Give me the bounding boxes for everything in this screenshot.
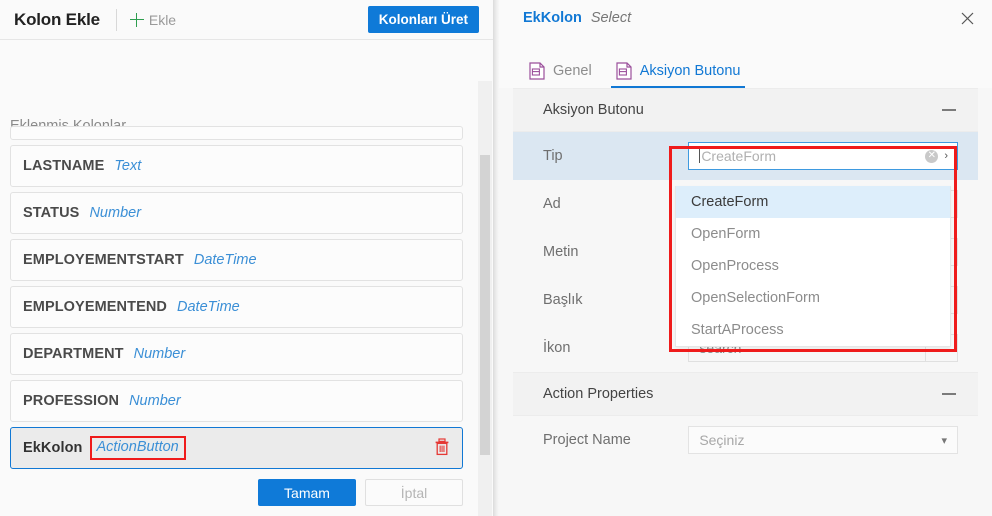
tip-combobox-text: CreateForm <box>701 148 776 164</box>
field-label: Başlık <box>543 292 688 308</box>
column-type: ActionButton <box>97 439 179 455</box>
clear-icon[interactable]: ✕ <box>925 150 938 163</box>
header-divider <box>116 9 117 31</box>
columns-list: LASTNAME Text STATUS Number EMPLOYEMENTSTART… <box>10 126 463 474</box>
column-name: STATUS <box>23 205 79 221</box>
cancel-button[interactable]: İptal <box>365 479 463 506</box>
document-glyph <box>529 62 545 80</box>
column-name: EMPLOYEMENTEND <box>23 299 167 315</box>
chevron-down-icon[interactable]: ▾ <box>941 434 947 447</box>
properties-subtitle: Select <box>591 10 631 26</box>
column-type: Number <box>134 346 186 362</box>
column-type: DateTime <box>177 299 240 315</box>
column-name: DEPARTMENT <box>23 346 124 362</box>
tab-aksiyon-butonu[interactable]: Aksiyon Butonu <box>616 62 741 88</box>
close-glyph <box>961 12 974 25</box>
properties-panel: EkKolon Select Genel Aksiyon Butonu Aksi… <box>499 0 992 516</box>
text-caret <box>699 149 700 163</box>
minus-icon[interactable] <box>942 393 956 395</box>
tip-combobox[interactable]: CreateForm ✕ › <box>688 142 958 170</box>
column-type-highlight: ActionButton <box>90 436 186 460</box>
page-title: Kolon Ekle <box>14 10 100 30</box>
column-name: EkKolon <box>23 440 83 456</box>
section-header[interactable]: Aksiyon Butonu <box>513 88 978 132</box>
document-icon <box>529 62 545 80</box>
add-column-panel: Kolon Ekle Ekle Kolonları Üret Eklenmiş … <box>0 0 493 516</box>
scrollbar-thumb[interactable] <box>480 155 490 455</box>
document-icon <box>616 62 632 80</box>
field-label: İkon <box>543 340 688 356</box>
column-name: PROFESSION <box>23 393 119 409</box>
dropdown-option[interactable]: StartAProcess <box>676 314 950 346</box>
section-header[interactable]: Action Properties <box>513 372 978 416</box>
table-row[interactable]: EMPLOYEMENTSTART DateTime <box>10 239 463 281</box>
chevron-right-icon[interactable]: › <box>944 150 948 162</box>
project-name-select-text: Seçiniz <box>699 432 744 448</box>
field-label: Project Name <box>543 432 688 448</box>
plus-icon <box>130 13 144 27</box>
column-type: Number <box>89 205 141 221</box>
generate-columns-button[interactable]: Kolonları Üret <box>368 6 479 33</box>
type-dropdown-list[interactable]: CreateFormOpenFormOpenProcessOpenSelecti… <box>675 186 951 347</box>
table-row[interactable]: EkKolon ActionButton <box>10 427 463 469</box>
left-panel-footer: Tamam İptal <box>0 479 493 506</box>
form-row: Tip CreateForm ✕ › <box>513 132 978 180</box>
trash-glyph <box>434 438 450 456</box>
properties-panel-header: EkKolon Select <box>499 0 992 36</box>
section-title: Aksiyon Butonu <box>543 102 644 118</box>
dropdown-option[interactable]: CreateForm <box>676 186 950 218</box>
column-name: EMPLOYEMENTSTART <box>23 252 184 268</box>
column-name: LASTNAME <box>23 158 104 174</box>
properties-tabs: Genel Aksiyon Butonu <box>499 36 992 88</box>
ok-button[interactable]: Tamam <box>258 479 356 506</box>
form-row: Project Name Seçiniz ▾ <box>513 416 978 464</box>
left-panel-body: Eklenmiş Kolonlar LASTNAMETextSTATUSNumb… <box>0 40 493 516</box>
document-glyph <box>616 62 632 80</box>
table-row[interactable]: LASTNAME Text <box>10 145 463 187</box>
field-label: Ad <box>543 196 688 212</box>
properties-scroll-area: Aksiyon Butonu Tip CreateForm ✕ › Ad Metin Başl… <box>499 88 992 516</box>
left-panel-scrollbar[interactable] <box>478 81 492 516</box>
table-row[interactable]: STATUS Number <box>10 192 463 234</box>
table-row[interactable]: EMPLOYEMENTEND DateTime <box>10 286 463 328</box>
add-column-label: Ekle <box>149 12 176 28</box>
table-row[interactable]: DEPARTMENT Number <box>10 333 463 375</box>
left-panel-header: Kolon Ekle Ekle Kolonları Üret <box>0 0 493 40</box>
add-column-button[interactable]: Ekle <box>130 12 176 28</box>
properties-title: EkKolon <box>523 10 582 26</box>
minus-icon[interactable] <box>942 109 956 111</box>
column-type: Text <box>114 158 141 174</box>
tab-label: Genel <box>553 63 592 79</box>
field-label: Tip <box>543 148 688 164</box>
dropdown-option[interactable]: OpenProcess <box>676 250 950 282</box>
project-name-select[interactable]: Seçiniz ▾ <box>688 426 958 454</box>
tab-label: Aksiyon Butonu <box>640 63 741 79</box>
table-row-partial[interactable] <box>10 126 463 140</box>
section-title: Action Properties <box>543 386 653 402</box>
dropdown-option[interactable]: OpenSelectionForm <box>676 282 950 314</box>
column-type: Number <box>129 393 181 409</box>
column-type: DateTime <box>194 252 257 268</box>
dropdown-option[interactable]: OpenForm <box>676 218 950 250</box>
trash-icon[interactable] <box>434 438 452 458</box>
table-row[interactable]: PROFESSION Number <box>10 380 463 422</box>
field-label: Metin <box>543 244 688 260</box>
tab-genel[interactable]: Genel <box>529 62 592 88</box>
close-icon[interactable] <box>956 7 978 29</box>
app-root: Kolon Ekle Ekle Kolonları Üret Eklenmiş … <box>0 0 992 516</box>
